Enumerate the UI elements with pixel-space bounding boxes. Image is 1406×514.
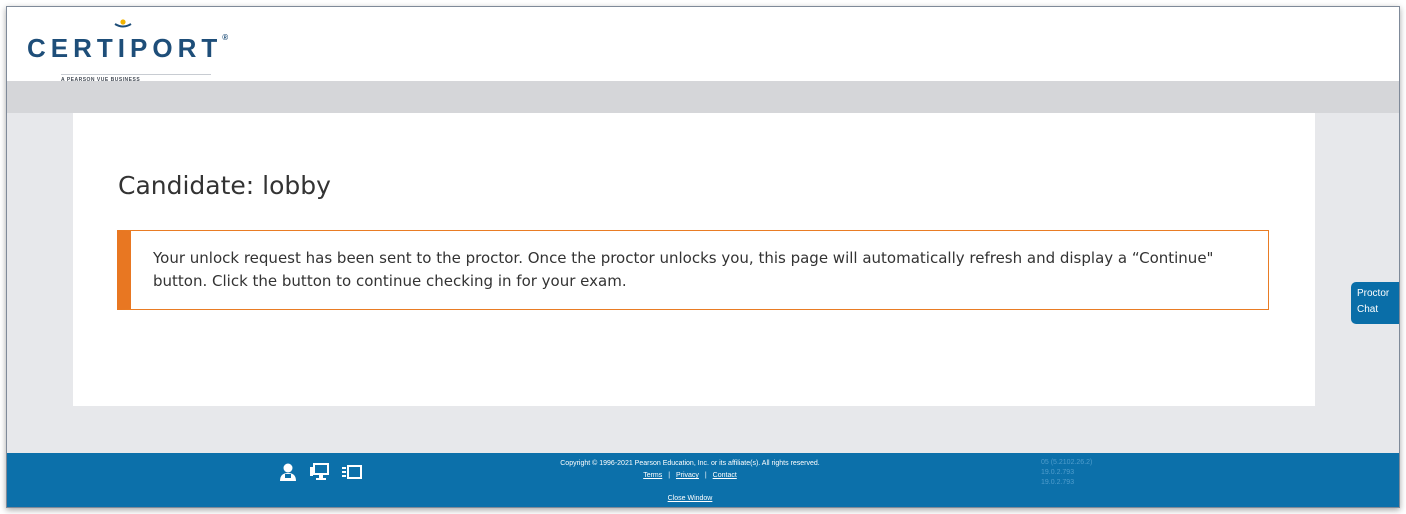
certiport-logo: CERTIPORT® A PEARSON VUE BUSINESS bbox=[27, 19, 247, 83]
version-info: 05 (5.2102.26.2) 19.0.2.793 19.0.2.793 bbox=[1041, 458, 1092, 488]
terms-link[interactable]: Terms bbox=[643, 472, 662, 479]
logo-figure-icon bbox=[114, 19, 132, 28]
window-layout-icon bbox=[342, 465, 362, 479]
privacy-link[interactable]: Privacy bbox=[676, 472, 699, 479]
close-window-container: Close Window bbox=[407, 494, 973, 504]
footer-legal: Copyright © 1996-2021 Pearson Education,… bbox=[407, 458, 973, 482]
proctor-chat-label-line2: Chat bbox=[1357, 304, 1379, 315]
unlock-request-alert: Your unlock request has been sent to the… bbox=[117, 230, 1269, 310]
contact-link[interactable]: Contact bbox=[713, 472, 737, 479]
close-window-link[interactable]: Close Window bbox=[668, 495, 713, 502]
proctor-chat-button[interactable]: Proctor Chat bbox=[1351, 282, 1399, 324]
proctor-icon bbox=[280, 463, 296, 481]
page-title: Candidate: lobby bbox=[118, 171, 331, 200]
copyright-text: Copyright © 1996-2021 Pearson Education,… bbox=[560, 460, 820, 467]
alert-message: Your unlock request has been sent to the… bbox=[153, 249, 1214, 290]
footer-status-icons bbox=[277, 460, 363, 484]
computer-icon bbox=[310, 463, 329, 480]
proctor-chat-label-line1: Proctor bbox=[1357, 288, 1390, 299]
header-divider-bar bbox=[7, 81, 1399, 113]
site-header: CERTIPORT® A PEARSON VUE BUSINESS bbox=[7, 7, 1399, 83]
main-content-card: Candidate: lobby Your unlock request has… bbox=[73, 113, 1315, 406]
site-footer: Copyright © 1996-2021 Pearson Education,… bbox=[7, 453, 1399, 507]
link-separator: | bbox=[668, 472, 671, 479]
link-separator: | bbox=[704, 472, 707, 479]
version-line: 19.0.2.793 bbox=[1041, 479, 1075, 486]
version-line: 05 (5.2102.26.2) bbox=[1041, 459, 1093, 466]
version-line: 19.0.2.793 bbox=[1041, 469, 1075, 476]
logo-wordmark: CERTIPORT® bbox=[27, 33, 229, 63]
footer-links: Terms | Privacy | Contact bbox=[407, 470, 973, 482]
browser-window: CERTIPORT® A PEARSON VUE BUSINESS Candid… bbox=[6, 6, 1400, 508]
